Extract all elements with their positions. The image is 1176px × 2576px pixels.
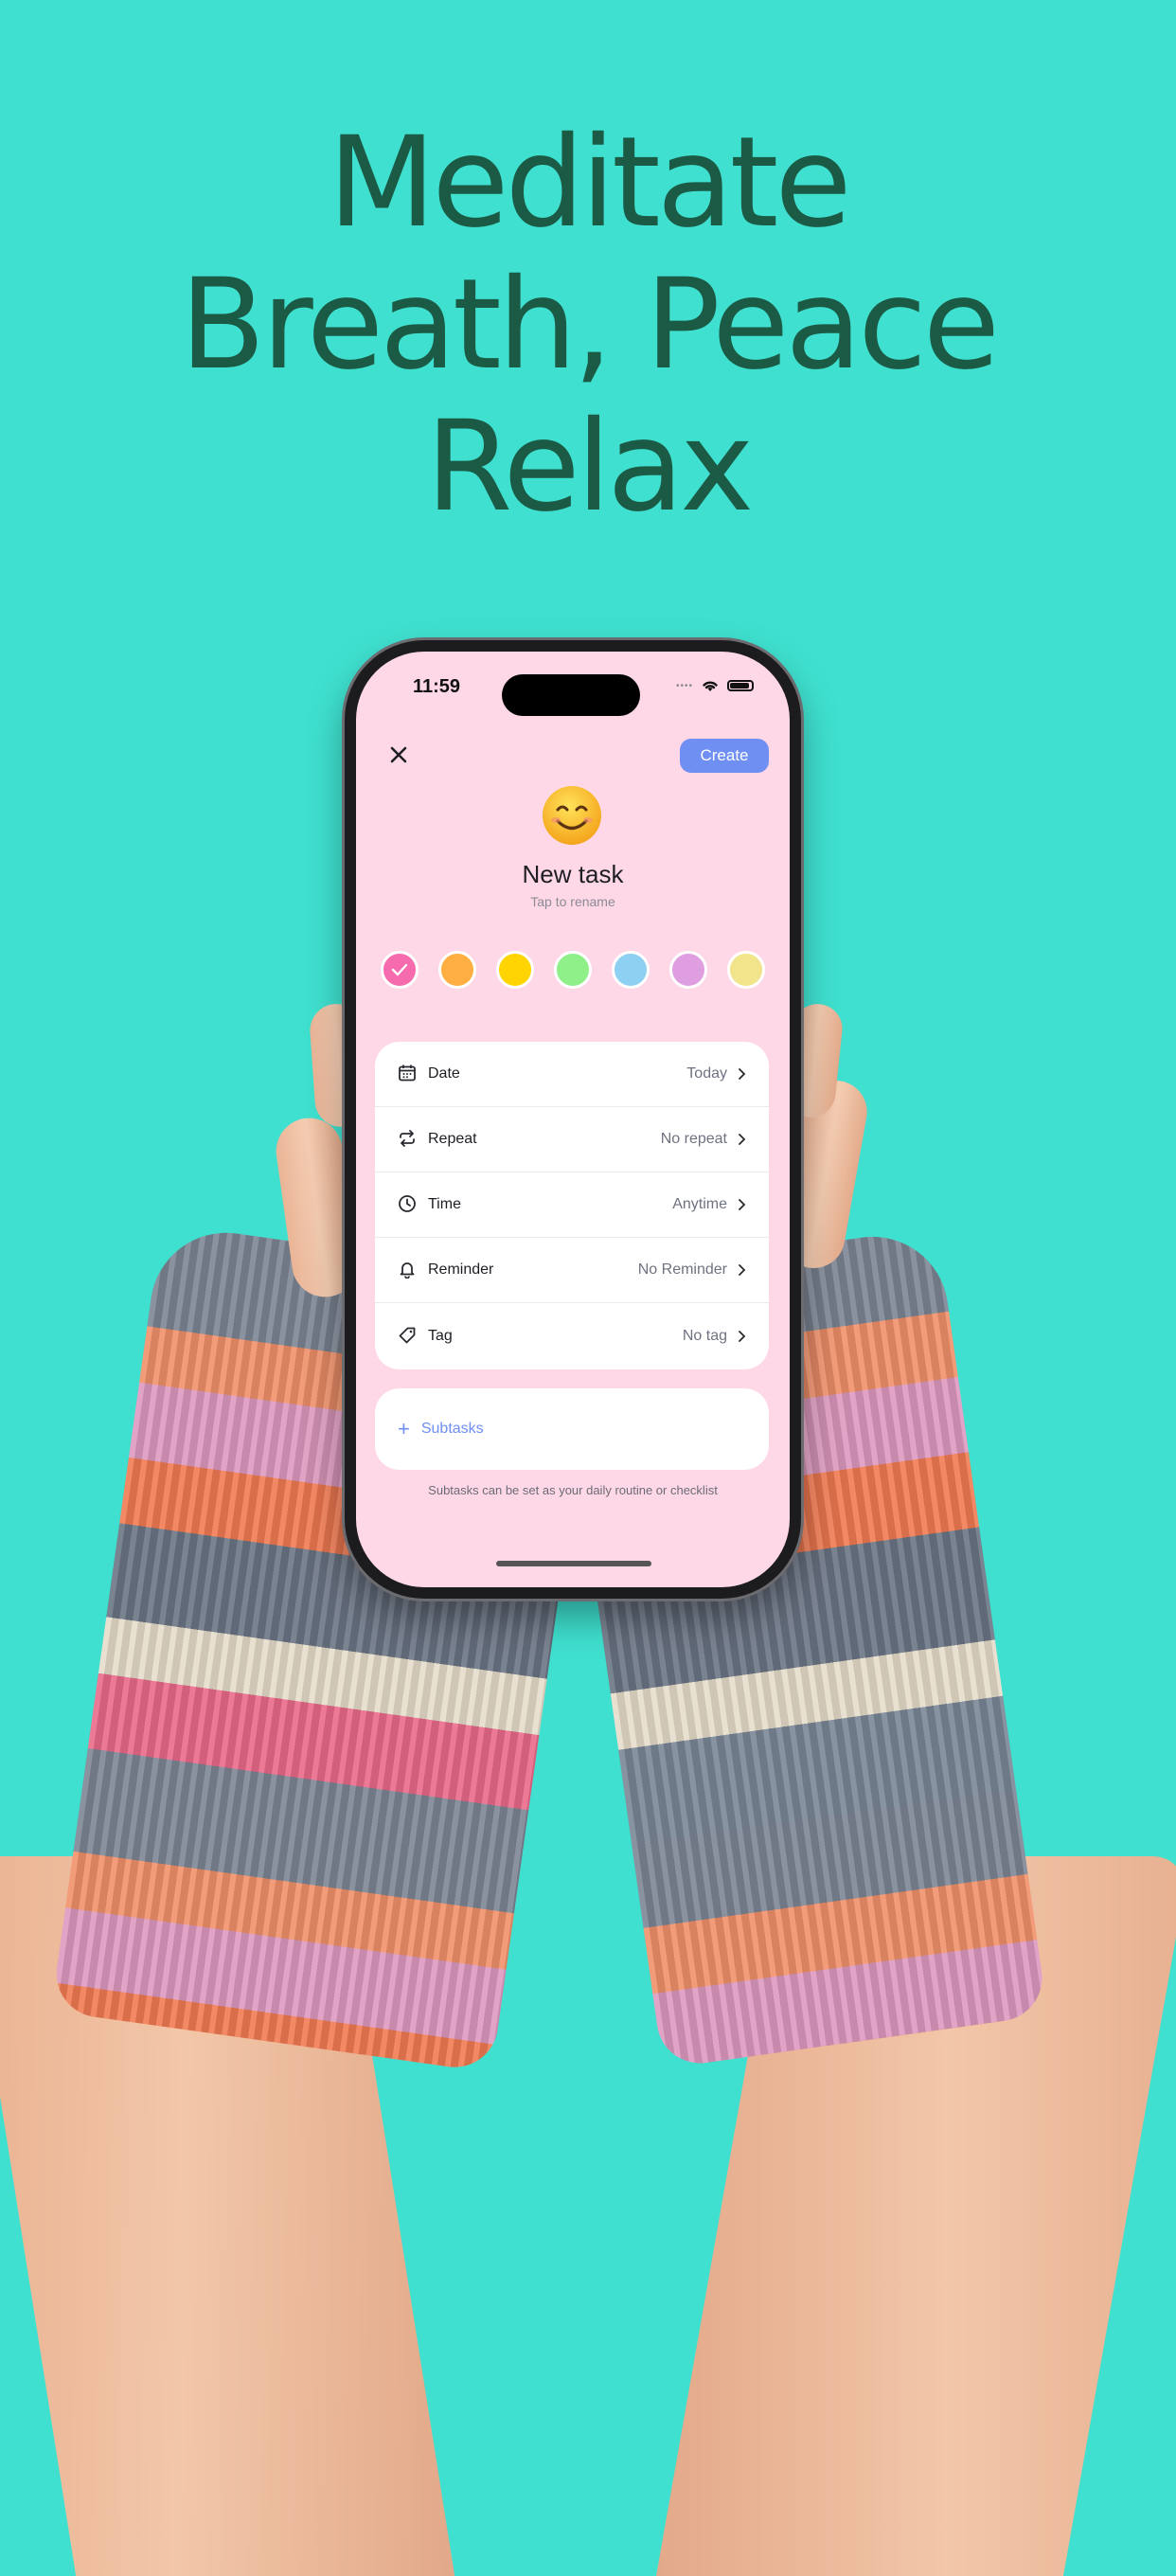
- tag-value: No tag: [682, 1327, 727, 1344]
- close-icon: [390, 746, 407, 763]
- date-label: Date: [428, 1065, 460, 1082]
- clock-icon: [398, 1194, 419, 1215]
- status-time: 11:59: [413, 676, 461, 697]
- bell-icon: [398, 1260, 419, 1280]
- add-subtasks-button[interactable]: + Subtasks: [375, 1388, 769, 1470]
- time-label: Time: [428, 1196, 461, 1212]
- color-swatch-khaki[interactable]: [727, 951, 765, 989]
- check-icon: [391, 963, 408, 976]
- settings-row-repeat[interactable]: Repeat No repeat: [375, 1107, 769, 1172]
- settings-row-reminder[interactable]: Reminder No Reminder: [375, 1238, 769, 1303]
- wifi-icon: [703, 681, 718, 691]
- close-button[interactable]: [384, 741, 413, 769]
- headline: Meditate Breath, Peace Relax: [0, 112, 1176, 538]
- status-icons: ••••: [676, 678, 754, 693]
- subtasks-label: Subtasks: [420, 1421, 484, 1437]
- home-indicator[interactable]: [496, 1561, 651, 1566]
- color-swatches: [381, 951, 765, 989]
- time-value: Anytime: [672, 1196, 727, 1212]
- plus-icon: +: [398, 1417, 410, 1440]
- date-value: Today: [686, 1065, 727, 1082]
- repeat-value: No repeat: [660, 1131, 727, 1147]
- task-rename-hint: Tap to rename: [530, 894, 615, 909]
- color-swatch-orange[interactable]: [438, 951, 476, 989]
- color-swatch-blue[interactable]: [612, 951, 650, 989]
- chevron-right-icon: [737, 1198, 746, 1211]
- reminder-value: No Reminder: [637, 1261, 727, 1278]
- task-title[interactable]: New task: [356, 860, 790, 889]
- smiling-face-icon[interactable]: [541, 784, 603, 847]
- settings-row-tag[interactable]: Tag No tag: [375, 1303, 769, 1368]
- headline-line-1: Meditate: [328, 110, 851, 256]
- dynamic-island: [502, 674, 640, 716]
- settings-row-time[interactable]: Time Anytime: [375, 1172, 769, 1238]
- repeat-label: Repeat: [428, 1131, 477, 1147]
- chevron-right-icon: [737, 1330, 746, 1343]
- create-button[interactable]: Create: [680, 739, 769, 773]
- settings-row-date[interactable]: Date Today: [375, 1042, 769, 1107]
- tag-label: Tag: [428, 1327, 453, 1344]
- battery-icon: [727, 680, 754, 691]
- task-settings-card: Date Today Repeat No repeat Time Anytime: [375, 1042, 769, 1369]
- tag-icon: [398, 1326, 419, 1347]
- chevron-right-icon: [737, 1067, 746, 1081]
- app-screen: 11:59 •••• Create New task Tap to rename…: [356, 652, 790, 1587]
- headline-line-2: Breath, Peace: [179, 252, 1000, 398]
- color-swatch-purple[interactable]: [669, 951, 707, 989]
- signal-icon: ••••: [675, 680, 693, 691]
- phone-mockup: 11:59 •••• Create New task Tap to rename…: [345, 640, 801, 1599]
- chevron-right-icon: [737, 1133, 746, 1146]
- repeat-icon: [398, 1129, 419, 1150]
- chevron-right-icon: [737, 1263, 746, 1277]
- color-swatch-yellow[interactable]: [496, 951, 534, 989]
- reminder-label: Reminder: [428, 1261, 494, 1278]
- headline-line-3: Relax: [425, 394, 755, 540]
- color-swatch-green[interactable]: [554, 951, 592, 989]
- subtasks-hint: Subtasks can be set as your daily routin…: [428, 1483, 718, 1497]
- color-swatch-pink[interactable]: [381, 951, 419, 989]
- calendar-icon: [398, 1064, 419, 1084]
